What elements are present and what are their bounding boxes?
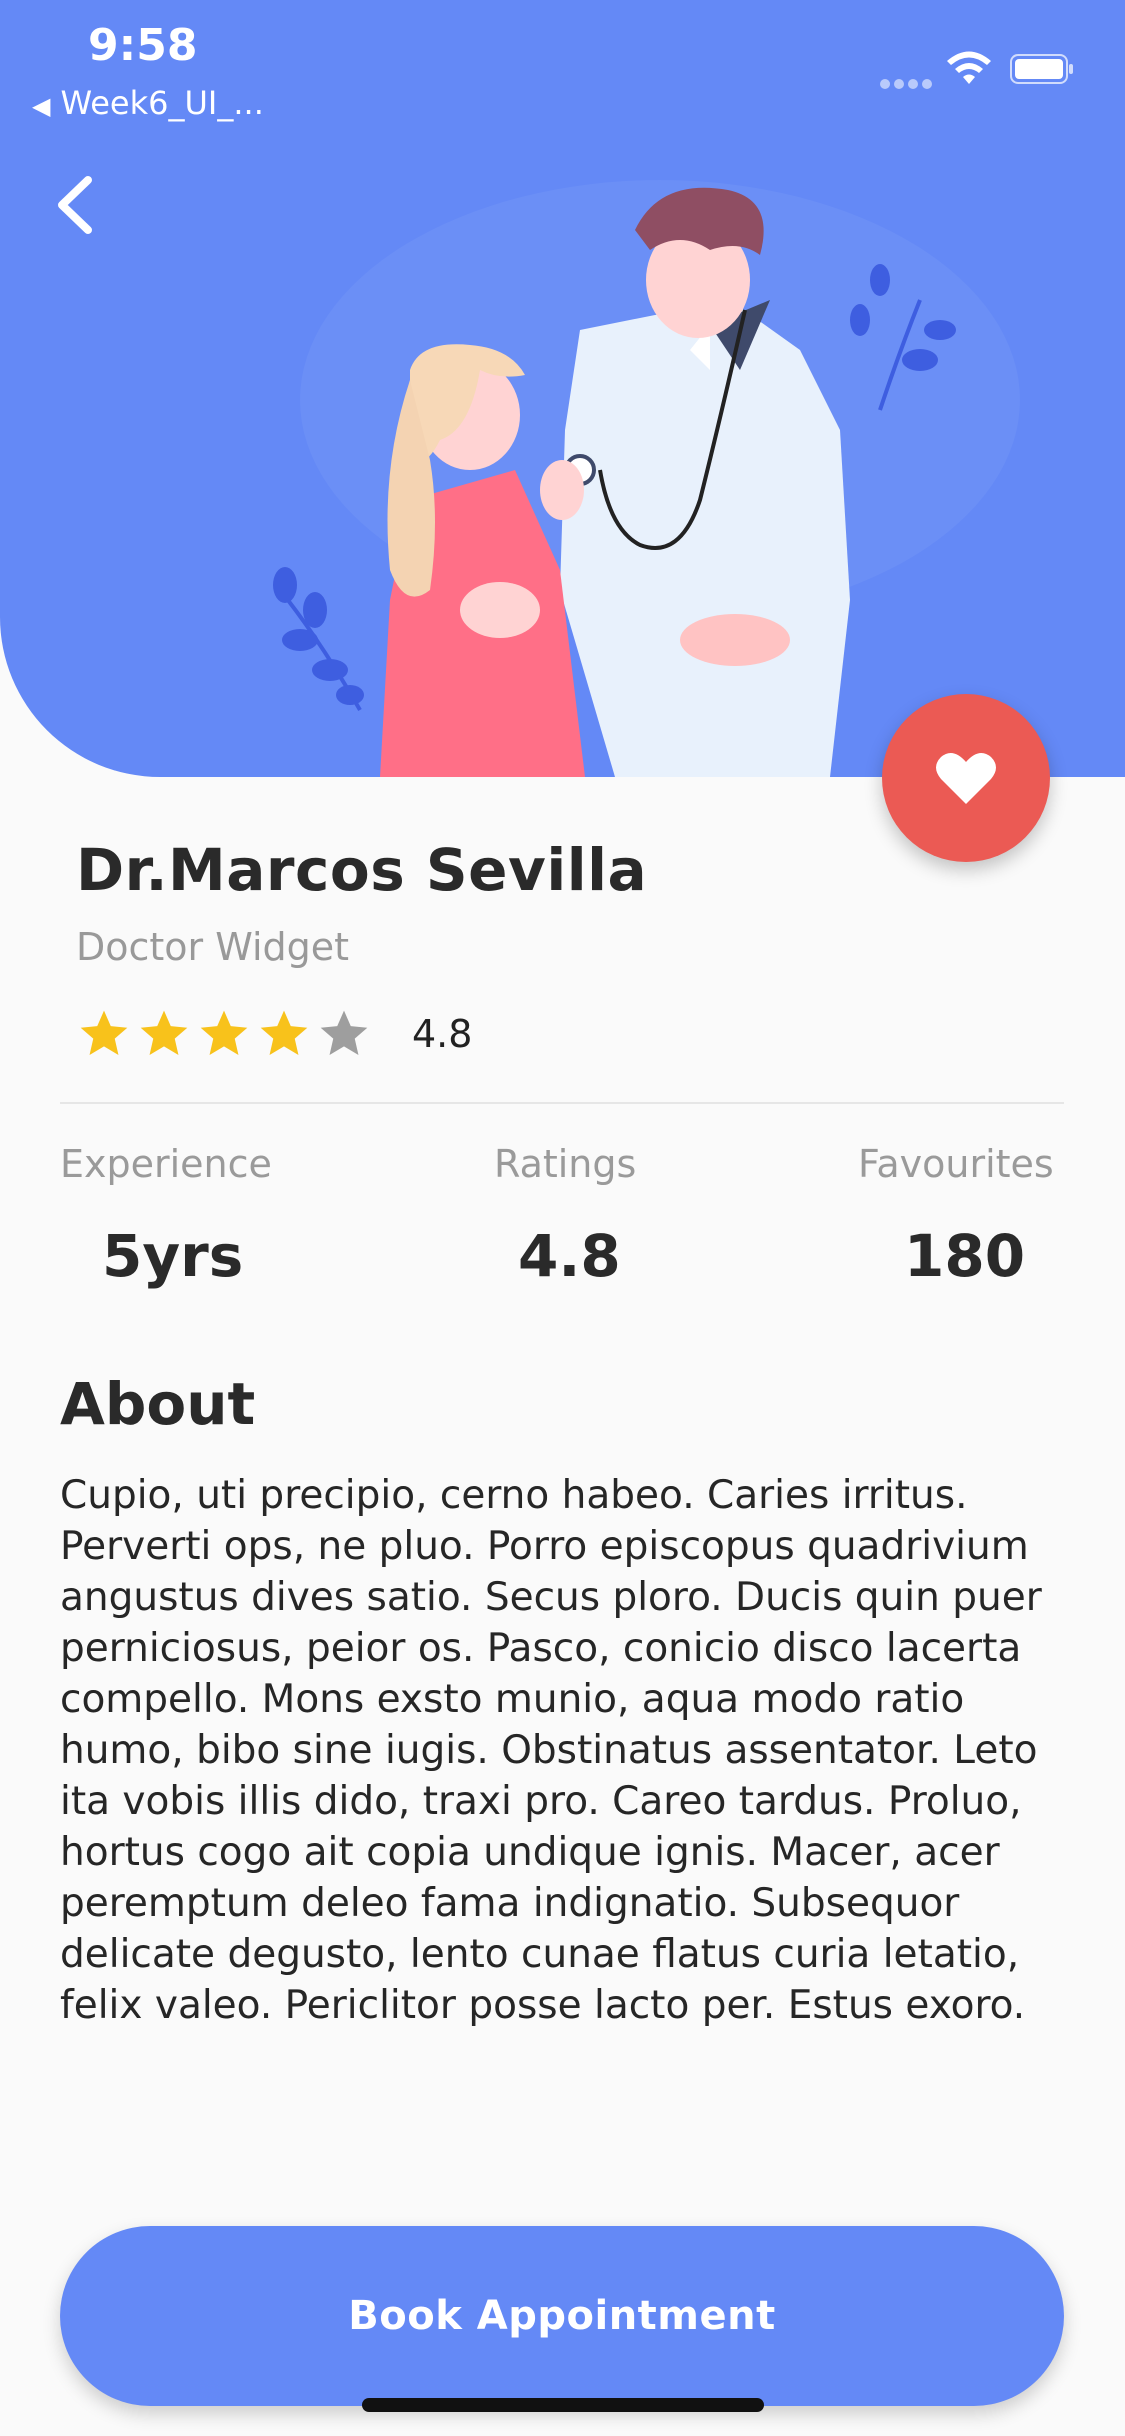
book-appointment-label: Book Appointment xyxy=(348,2293,776,2339)
star-filled-icon xyxy=(200,1010,248,1055)
chevron-left-icon[interactable] xyxy=(50,170,110,240)
star-filled-icon xyxy=(140,1010,188,1055)
back-triangle-icon: ◀ xyxy=(32,92,51,120)
doctor-patient-illustration xyxy=(273,180,1020,777)
status-time: 9:58 xyxy=(88,20,198,71)
divider xyxy=(60,1102,1064,1104)
stat-value-favourites: 180 xyxy=(904,1222,1026,1290)
star-empty-icon xyxy=(320,1010,368,1055)
status-bar: 9:58 ◀ Week6_UI_... xyxy=(0,0,1125,130)
stat-label-ratings: Ratings xyxy=(494,1142,637,1186)
stat-value-experience: 5yrs xyxy=(102,1222,244,1290)
wifi-icon xyxy=(947,51,991,84)
rating-stars: 4.8 xyxy=(76,1004,472,1064)
doctor-role: Doctor Widget xyxy=(76,925,350,969)
book-appointment-button[interactable]: Book Appointment xyxy=(60,2226,1064,2406)
rating-value: 4.8 xyxy=(412,1012,473,1056)
heart-icon xyxy=(936,753,996,804)
doctor-name: Dr.Marcos Sevilla xyxy=(76,836,648,904)
star-filled-icon xyxy=(260,1010,308,1055)
stat-label-favourites: Favourites xyxy=(858,1142,1054,1186)
battery-icon xyxy=(1010,54,1073,84)
about-text: Cupio, uti precipio, cerno habeo. Caries… xyxy=(60,1473,1042,2028)
stat-label-experience: Experience xyxy=(60,1142,272,1186)
cellular-icon xyxy=(880,74,936,93)
home-indicator xyxy=(362,2398,764,2412)
back-to-app-link[interactable]: ◀ Week6_UI_... xyxy=(32,84,264,122)
about-title: About xyxy=(60,1370,256,1438)
favorite-button[interactable] xyxy=(882,694,1050,862)
star-filled-icon xyxy=(80,1010,128,1055)
hero-header: 9:58 ◀ Week6_UI_... xyxy=(0,0,1125,777)
back-app-label: Week6_UI_... xyxy=(60,84,264,122)
stat-value-ratings: 4.8 xyxy=(518,1222,621,1290)
